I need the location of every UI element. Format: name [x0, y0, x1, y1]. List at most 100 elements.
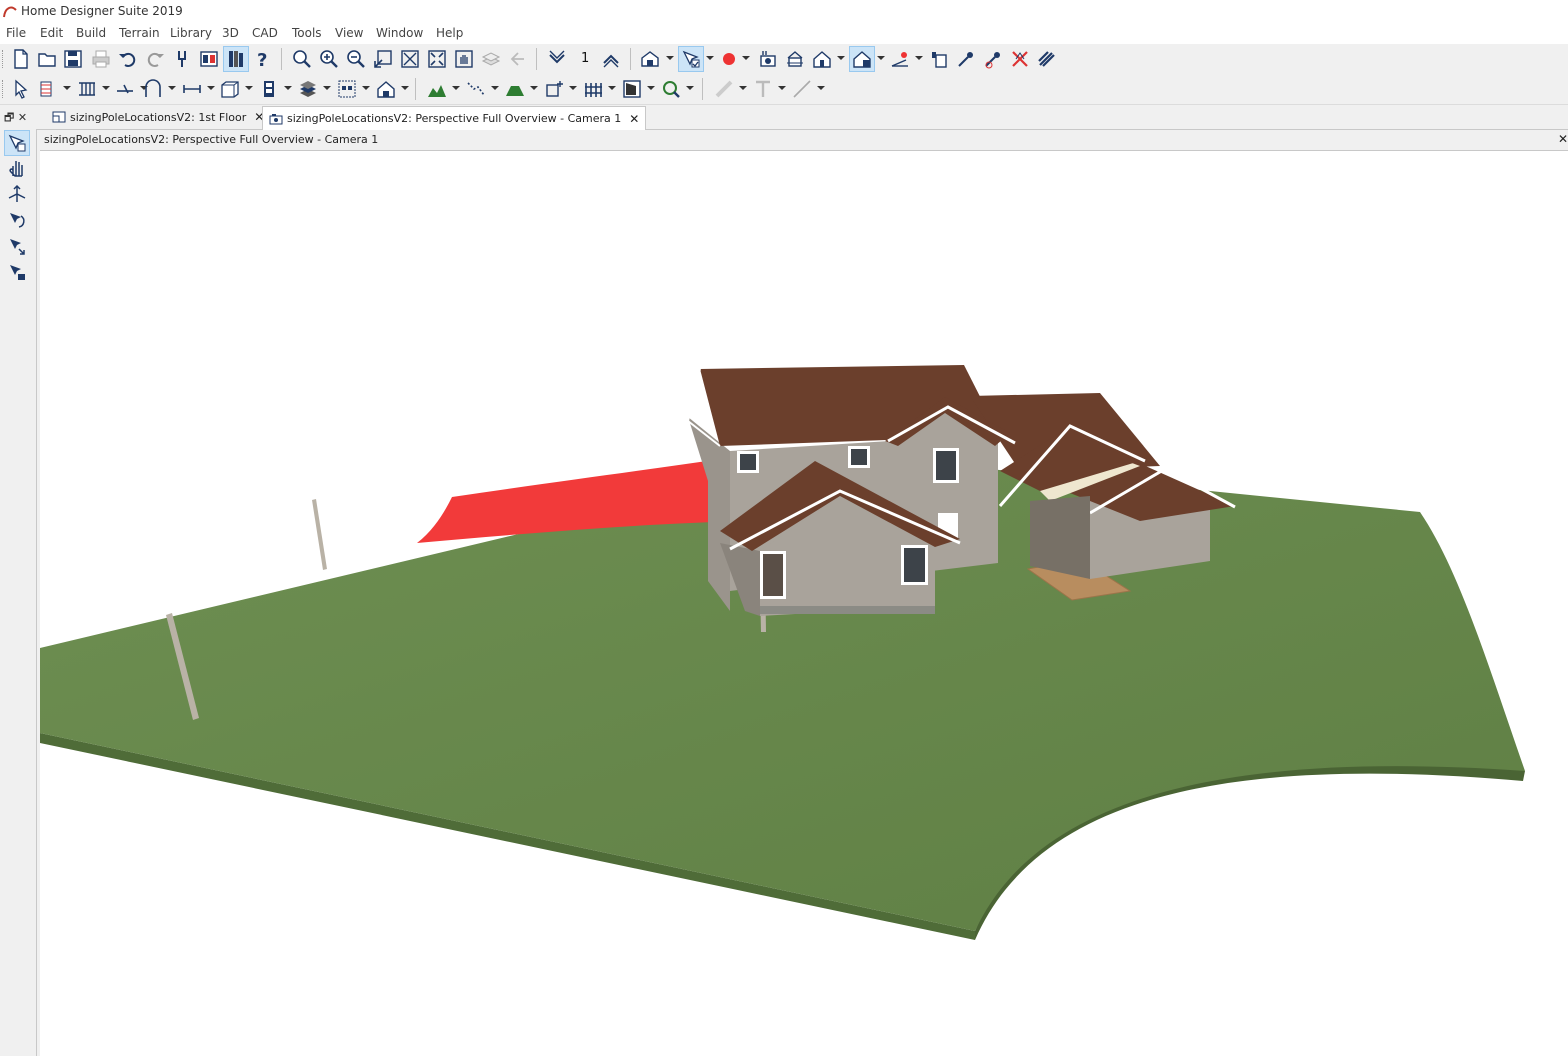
cad-line-button[interactable]: [113, 77, 137, 101]
menu-terrain[interactable]: Terrain: [119, 26, 160, 40]
chevron-down-icon[interactable]: [245, 86, 253, 90]
undo-zoom-button[interactable]: [371, 47, 395, 71]
tilt-camera-button[interactable]: [5, 234, 29, 258]
menu-edit[interactable]: Edit: [40, 26, 63, 40]
menu-window[interactable]: Window: [376, 26, 423, 40]
materials-button[interactable]: [197, 47, 221, 71]
text-button[interactable]: [751, 77, 775, 101]
zoom-out-button[interactable]: [344, 47, 368, 71]
chevron-down-icon[interactable]: [362, 86, 370, 90]
chevron-down-icon[interactable]: [63, 86, 71, 90]
chevron-down-icon[interactable]: [647, 86, 655, 90]
plant-image-button[interactable]: [620, 77, 644, 101]
chevron-down-icon[interactable]: [323, 86, 331, 90]
eyedropper-button[interactable]: [954, 47, 978, 71]
select-camera-tool-button[interactable]: [678, 46, 704, 72]
library-browser-button[interactable]: [223, 46, 249, 72]
delete-surface-button[interactable]: [1008, 47, 1032, 71]
cross-section-button[interactable]: [783, 47, 807, 71]
room-button[interactable]: [335, 77, 359, 101]
select-camera-tool-button[interactable]: [4, 130, 30, 156]
print-button[interactable]: [89, 47, 113, 71]
dimension-button[interactable]: [180, 77, 204, 101]
plant-chooser-button[interactable]: [659, 77, 683, 101]
layer-button[interactable]: [479, 47, 503, 71]
terrain-button[interactable]: [425, 77, 449, 101]
save-button[interactable]: [61, 47, 85, 71]
open-button[interactable]: [35, 47, 59, 71]
menu-cad[interactable]: CAD: [252, 26, 278, 40]
fill-window-building-button[interactable]: [425, 47, 449, 71]
pan-window-button[interactable]: [452, 47, 476, 71]
menu-build[interactable]: Build: [76, 26, 106, 40]
stairs-button[interactable]: [296, 77, 320, 101]
railing-button[interactable]: [75, 77, 99, 101]
chevron-down-icon[interactable]: [817, 86, 825, 90]
pan-camera-button[interactable]: [5, 156, 29, 180]
record-walkthrough-button[interactable]: [717, 47, 741, 71]
orbit-camera-button[interactable]: [5, 208, 29, 232]
help-button[interactable]: ?: [251, 47, 275, 71]
layer-display-button[interactable]: [1035, 47, 1059, 71]
menu-view[interactable]: View: [335, 26, 363, 40]
panel-restore-close-icon[interactable]: 🗗 ✕: [4, 109, 27, 128]
roof-button[interactable]: [374, 77, 398, 101]
chevron-down-icon[interactable]: [207, 86, 215, 90]
chevron-down-icon[interactable]: [686, 86, 694, 90]
close-icon[interactable]: ✕: [1558, 132, 1568, 146]
tab-1st-floor[interactable]: sizingPoleLocationsV2: 1st Floor ✕: [46, 106, 270, 128]
edit-tools-button[interactable]: [170, 47, 194, 71]
new-plan-button[interactable]: [9, 47, 33, 71]
chevron-down-icon[interactable]: [491, 86, 499, 90]
down-one-floor-button[interactable]: [545, 47, 569, 71]
reference-button[interactable]: [506, 47, 530, 71]
fill-window-button[interactable]: [398, 47, 422, 71]
door-button[interactable]: [257, 77, 281, 101]
undo-button[interactable]: [116, 47, 140, 71]
fence-button[interactable]: [581, 77, 605, 101]
floor-plan-view-button[interactable]: [638, 47, 662, 71]
text-box-button[interactable]: [542, 77, 566, 101]
sun-angle-button[interactable]: [888, 47, 912, 71]
menu-tools[interactable]: Tools: [292, 26, 322, 40]
chevron-down-icon[interactable]: [452, 86, 460, 90]
toolbar-grip[interactable]: [2, 50, 6, 68]
chevron-down-icon[interactable]: [877, 56, 885, 60]
terrain-feature-button[interactable]: [503, 77, 527, 101]
chevron-down-icon[interactable]: [168, 86, 176, 90]
menu-library[interactable]: Library: [170, 26, 212, 40]
chevron-down-icon[interactable]: [742, 56, 750, 60]
arc-button[interactable]: [141, 77, 165, 101]
menu-file[interactable]: File: [6, 26, 26, 40]
full-overview-button[interactable]: [849, 46, 875, 72]
menu-3d[interactable]: 3D: [222, 26, 239, 40]
zoom-in-button[interactable]: [317, 47, 341, 71]
select-objects-button[interactable]: [9, 77, 33, 101]
zoom-camera-button[interactable]: [5, 260, 29, 284]
chevron-down-icon[interactable]: [102, 86, 110, 90]
chevron-down-icon[interactable]: [666, 56, 674, 60]
zoom-button[interactable]: [290, 47, 314, 71]
chevron-down-icon[interactable]: [739, 86, 747, 90]
draw-line-button[interactable]: [790, 77, 814, 101]
chevron-down-icon[interactable]: [837, 56, 845, 60]
camera-view-button[interactable]: [756, 47, 780, 71]
3d-perspective-viewport[interactable]: [40, 151, 1568, 1056]
chevron-down-icon[interactable]: [706, 56, 714, 60]
cabinet-button[interactable]: [218, 77, 242, 101]
chevron-down-icon[interactable]: [401, 86, 409, 90]
elevation-button[interactable]: [810, 47, 834, 71]
wall-tools-button[interactable]: [36, 77, 60, 101]
tab-perspective-full-overview[interactable]: sizingPoleLocationsV2: Perspective Full …: [262, 106, 647, 130]
toolbar-grip[interactable]: [2, 80, 6, 98]
3d-object-button[interactable]: [927, 47, 951, 71]
close-icon[interactable]: ✕: [629, 112, 639, 126]
chevron-down-icon[interactable]: [284, 86, 292, 90]
move-camera-button[interactable]: [5, 182, 29, 206]
chevron-down-icon[interactable]: [915, 56, 923, 60]
chevron-down-icon[interactable]: [778, 86, 786, 90]
up-one-floor-button[interactable]: [599, 47, 623, 71]
chevron-down-icon[interactable]: [530, 86, 538, 90]
material-painter-button[interactable]: [981, 47, 1005, 71]
chevron-down-icon[interactable]: [569, 86, 577, 90]
